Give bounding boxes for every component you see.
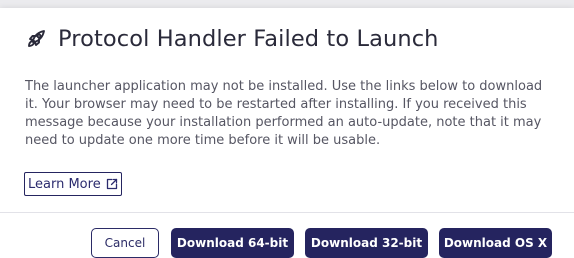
rocket-icon xyxy=(24,27,48,51)
dialog-title: Protocol Handler Failed to Launch xyxy=(58,26,439,52)
download-32-bit-button[interactable]: Download 32-bit xyxy=(305,228,428,258)
learn-more-label: Learn More xyxy=(28,176,101,192)
download-os-x-button[interactable]: Download OS X xyxy=(439,228,552,258)
footer-divider xyxy=(0,212,574,213)
protocol-handler-dialog: Protocol Handler Failed to Launch The la… xyxy=(0,8,574,258)
dialog-header: Protocol Handler Failed to Launch xyxy=(24,26,439,52)
dialog-footer: Cancel Download 64-bit Download 32-bit D… xyxy=(0,228,574,258)
learn-more-link[interactable]: Learn More xyxy=(24,172,122,196)
download-64-bit-button[interactable]: Download 64-bit xyxy=(171,228,294,258)
dialog-message: The launcher application may not be inst… xyxy=(25,79,543,148)
external-link-icon xyxy=(106,178,118,190)
cancel-button[interactable]: Cancel xyxy=(91,228,159,258)
